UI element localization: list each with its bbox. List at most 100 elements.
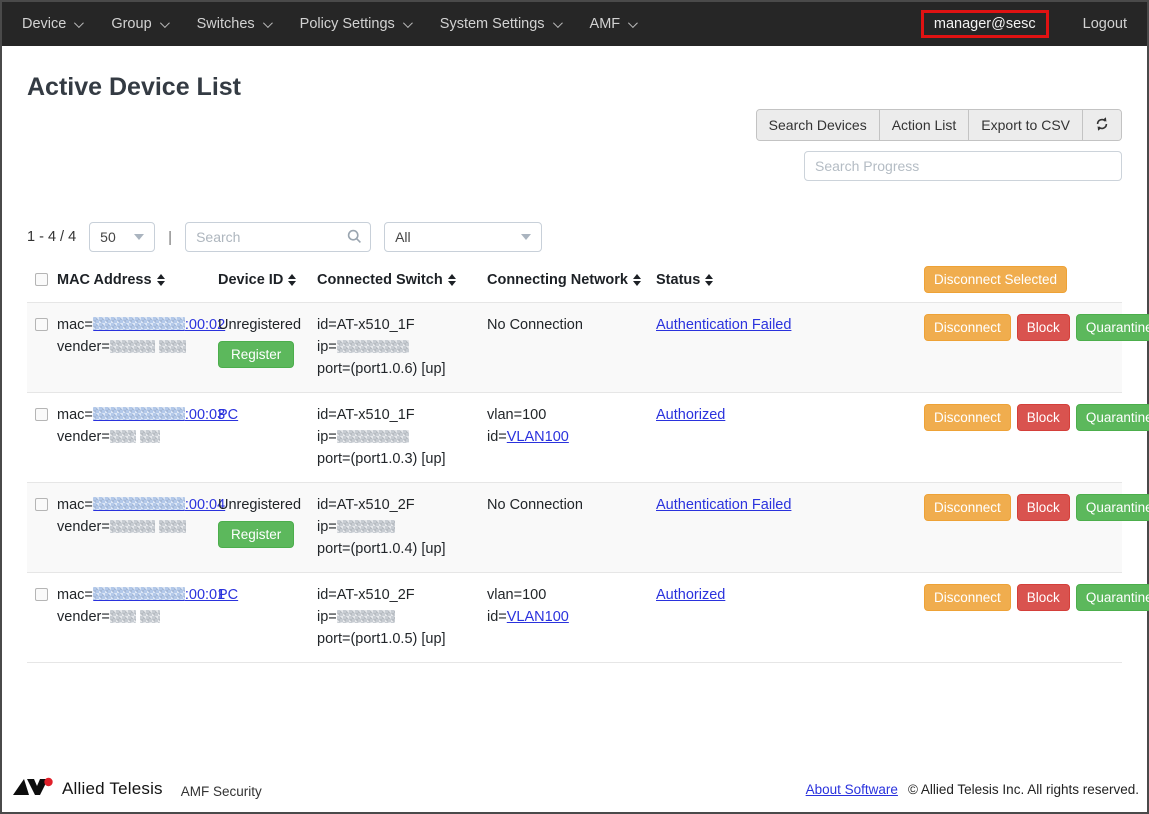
row-checkbox[interactable]: [35, 408, 48, 421]
table-search-input[interactable]: [185, 222, 371, 252]
refresh-icon: [1094, 116, 1110, 135]
table-row: mac=:00:02 vender= Unregistered Register…: [27, 302, 1122, 392]
page-size-select[interactable]: 50: [89, 222, 155, 252]
chevron-down-icon: [160, 18, 170, 28]
quarantine-button[interactable]: Quarantine: [1076, 404, 1149, 431]
nav-item-system-settings[interactable]: System Settings: [440, 16, 560, 32]
sort-icon[interactable]: [448, 274, 456, 286]
redacted-vendor: [159, 340, 186, 353]
action-list-button[interactable]: Action List: [880, 110, 970, 140]
redacted-ip: [337, 430, 409, 443]
status-filter-select[interactable]: All: [384, 222, 542, 252]
row-checkbox[interactable]: [35, 588, 48, 601]
device-id-cell: PC: [218, 404, 317, 470]
status-link[interactable]: Authorized: [656, 407, 725, 423]
disconnect-button[interactable]: Disconnect: [924, 584, 1011, 611]
redacted-vendor: [110, 520, 155, 533]
mac-address-link[interactable]: :00:03: [93, 407, 225, 423]
status-link[interactable]: Authentication Failed: [656, 497, 791, 513]
redacted-mac: [93, 587, 185, 601]
nav-item-device[interactable]: Device: [22, 16, 81, 32]
table-row: mac=:00:03 vender= PC id=AT-x510_1F ip= …: [27, 392, 1122, 482]
block-button[interactable]: Block: [1017, 314, 1070, 341]
sort-icon[interactable]: [705, 274, 713, 286]
block-button[interactable]: Block: [1017, 404, 1070, 431]
connecting-network-cell: vlan=100 id=VLAN100: [487, 584, 656, 650]
mac-address-link[interactable]: :00:04: [93, 497, 225, 513]
disconnect-button[interactable]: Disconnect: [924, 314, 1011, 341]
connecting-network-cell: No Connection: [487, 494, 656, 560]
register-button[interactable]: Register: [218, 521, 294, 548]
status-cell: Authorized: [656, 584, 924, 650]
nav-label: System Settings: [440, 16, 545, 32]
sort-icon[interactable]: [288, 274, 296, 286]
nav-item-amf[interactable]: AMF: [590, 16, 636, 32]
page-footer: Allied Telesis AMF Security About Softwa…: [2, 770, 1147, 812]
chevron-down-icon: [134, 234, 144, 240]
vlan-link[interactable]: VLAN100: [507, 429, 569, 445]
status-link[interactable]: Authorized: [656, 587, 725, 603]
header-mac-address[interactable]: MAC Address: [57, 272, 218, 288]
quarantine-button[interactable]: Quarantine: [1076, 584, 1149, 611]
quarantine-button[interactable]: Quarantine: [1076, 494, 1149, 521]
filter-value: All: [395, 229, 411, 245]
status-cell: Authentication Failed: [656, 494, 924, 560]
logout-button[interactable]: Logout: [1083, 16, 1127, 32]
device-id-link[interactable]: PC: [218, 587, 238, 603]
nav-label: Device: [22, 16, 66, 32]
mac-address-link[interactable]: :00:01: [93, 587, 225, 603]
sort-icon[interactable]: [633, 274, 641, 286]
quarantine-button[interactable]: Quarantine: [1076, 314, 1149, 341]
export-to-csv-button[interactable]: Export to CSV: [969, 110, 1083, 140]
brand-name: Allied Telesis: [62, 779, 163, 799]
status-link[interactable]: Authentication Failed: [656, 317, 791, 333]
status-cell: Authorized: [656, 404, 924, 470]
active-device-table: MAC Address Device ID Connected Switch C…: [27, 261, 1122, 663]
redacted-vendor: [110, 340, 155, 353]
row-checkbox[interactable]: [35, 498, 48, 511]
chevron-down-icon: [403, 18, 413, 28]
chevron-down-icon: [74, 18, 84, 28]
block-button[interactable]: Block: [1017, 494, 1070, 521]
connecting-network-cell: No Connection: [487, 314, 656, 380]
table-header-row: MAC Address Device ID Connected Switch C…: [27, 261, 1122, 302]
mac-address-link[interactable]: :00:02: [93, 317, 225, 333]
refresh-button[interactable]: [1083, 110, 1121, 140]
disconnect-button[interactable]: Disconnect: [924, 494, 1011, 521]
header-device-id[interactable]: Device ID: [218, 272, 317, 288]
header-connecting-network[interactable]: Connecting Network: [487, 272, 656, 288]
vlan-link[interactable]: VLAN100: [507, 609, 569, 625]
nav-item-switches[interactable]: Switches: [197, 16, 270, 32]
row-actions: Disconnect Block Quarantine: [924, 404, 1149, 470]
header-status[interactable]: Status: [656, 272, 924, 288]
select-all-checkbox[interactable]: [35, 273, 48, 286]
redacted-vendor: [159, 520, 186, 533]
row-actions: Disconnect Block Quarantine: [924, 584, 1149, 650]
device-id-text: Unregistered: [218, 494, 309, 516]
search-devices-button[interactable]: Search Devices: [757, 110, 880, 140]
mac-address-cell: mac=:00:02 vender=: [57, 314, 218, 380]
search-progress-input[interactable]: [804, 151, 1122, 181]
redacted-mac: [93, 317, 185, 331]
redacted-vendor: [140, 610, 160, 623]
nav-item-group[interactable]: Group: [111, 16, 166, 32]
header-connected-switch[interactable]: Connected Switch: [317, 272, 487, 288]
device-id-link[interactable]: PC: [218, 407, 238, 423]
redacted-vendor: [140, 430, 160, 443]
disconnect-button[interactable]: Disconnect: [924, 404, 1011, 431]
redacted-mac: [93, 497, 185, 511]
row-checkbox[interactable]: [35, 318, 48, 331]
sort-icon[interactable]: [157, 274, 165, 286]
allied-telesis-logo-icon: [12, 775, 54, 804]
nav-label: Policy Settings: [300, 16, 395, 32]
nav-item-policy-settings[interactable]: Policy Settings: [300, 16, 410, 32]
disconnect-selected-button[interactable]: Disconnect Selected: [924, 266, 1067, 293]
block-button[interactable]: Block: [1017, 584, 1070, 611]
nav-label: AMF: [590, 16, 621, 32]
register-button[interactable]: Register: [218, 341, 294, 368]
mac-address-cell: mac=:00:01 vender=: [57, 584, 218, 650]
nav-menu: Device Group Switches Policy Settings Sy…: [22, 16, 635, 32]
redacted-vendor: [110, 430, 136, 443]
connecting-network-cell: vlan=100 id=VLAN100: [487, 404, 656, 470]
about-software-link[interactable]: About Software: [806, 782, 898, 797]
